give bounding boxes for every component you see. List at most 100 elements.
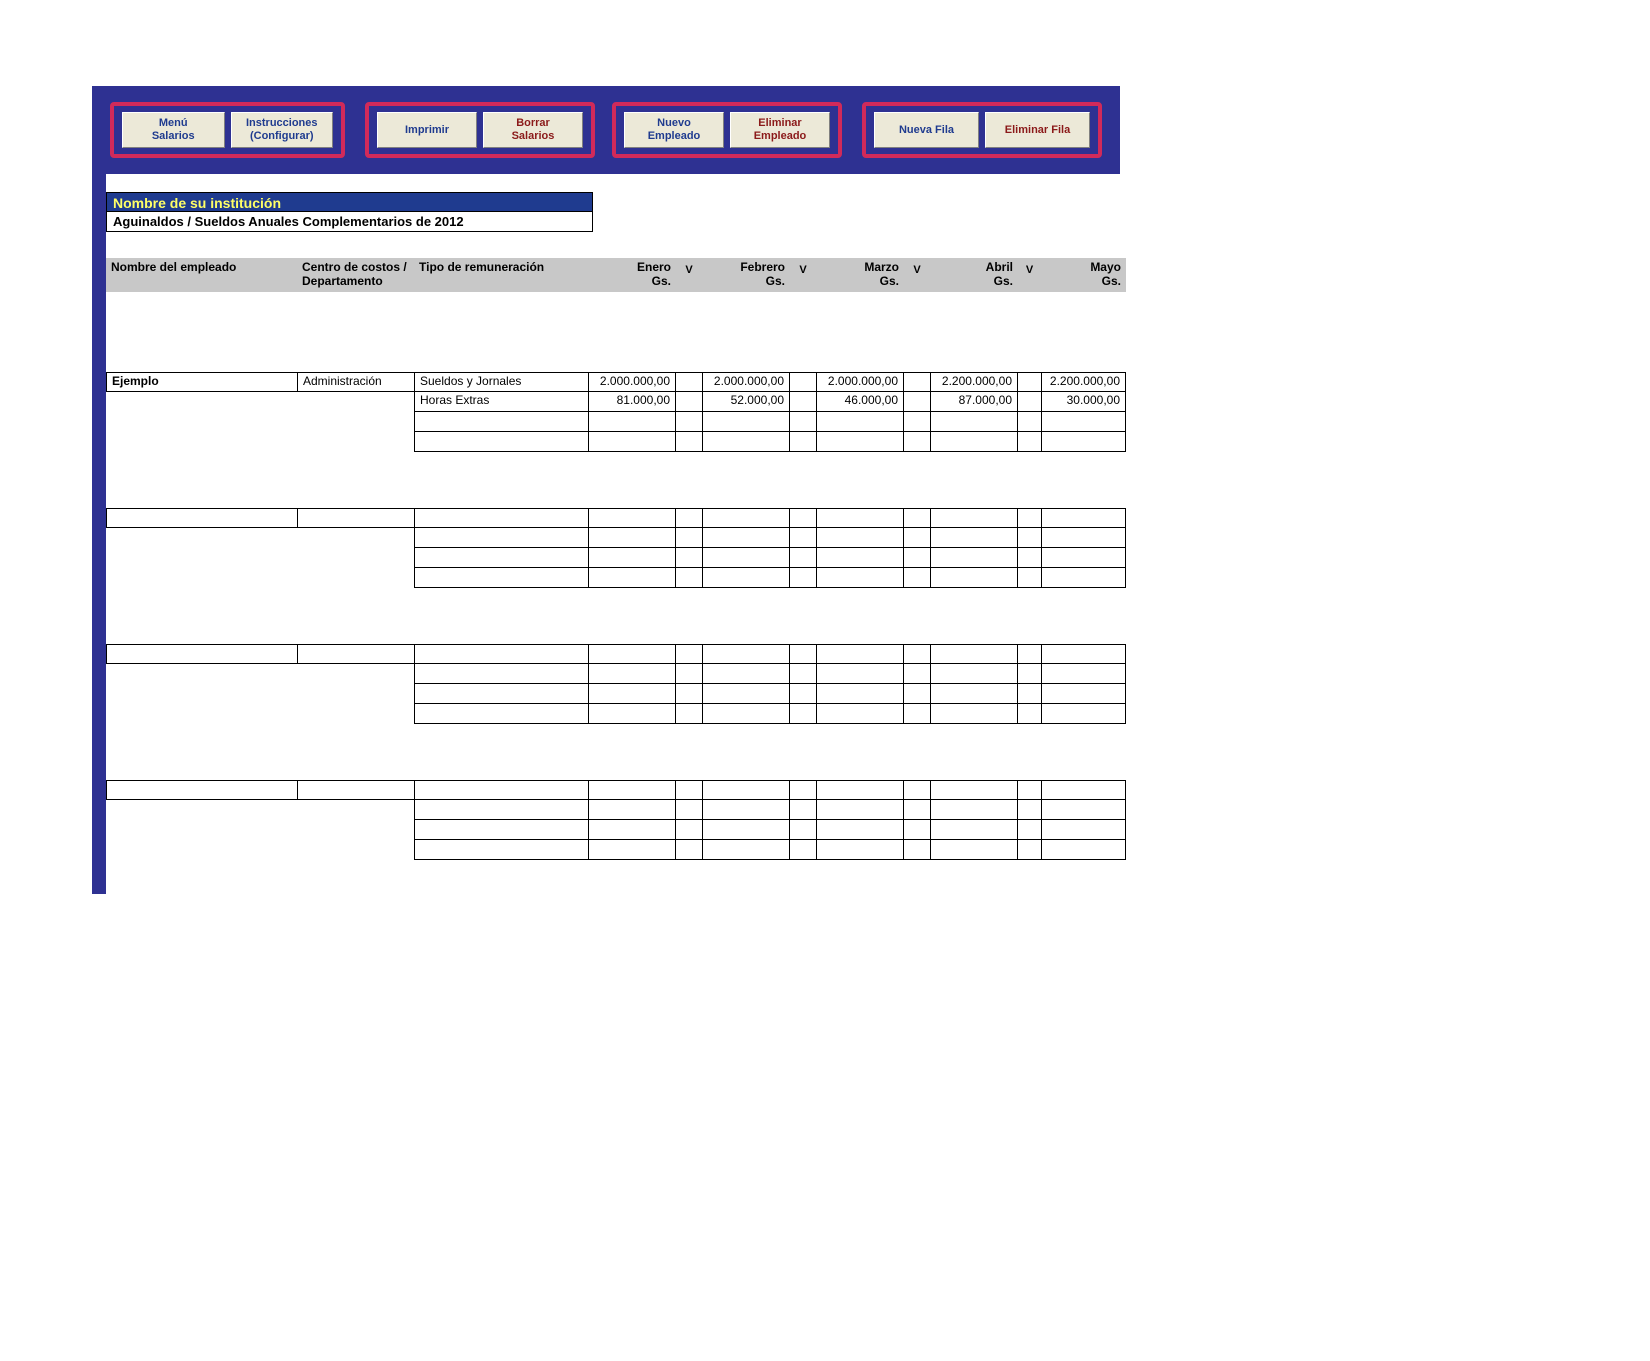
cell-spacer[interactable] [1017,664,1042,684]
cell-value[interactable] [816,780,904,800]
cell-value[interactable]: 81.000,00 [588,392,676,412]
cell-value[interactable] [702,800,790,820]
cell-spacer[interactable] [903,840,931,860]
cell-value[interactable] [930,684,1018,704]
cell-spacer[interactable] [1017,568,1042,588]
cell-tipo[interactable] [414,644,589,664]
cell-centro[interactable] [297,780,415,800]
cell-value[interactable] [588,412,676,432]
cell-value[interactable] [702,432,790,452]
cell-value[interactable]: 46.000,00 [816,392,904,412]
cell-tipo[interactable] [414,664,589,684]
cell-spacer[interactable] [675,820,703,840]
cell-value[interactable] [816,644,904,664]
cell-value[interactable] [816,820,904,840]
cell-spacer[interactable] [903,704,931,724]
cell-tipo[interactable] [414,800,589,820]
cell-centro[interactable] [297,644,415,664]
cell-value[interactable] [816,548,904,568]
cell-spacer[interactable] [1017,392,1042,412]
cell-spacer[interactable] [675,568,703,588]
cell-spacer[interactable] [675,548,703,568]
cell-value[interactable] [702,780,790,800]
cell-tipo[interactable] [414,432,589,452]
cell-value[interactable] [930,664,1018,684]
cell-value[interactable] [702,840,790,860]
cell-spacer[interactable] [675,664,703,684]
cell-value[interactable] [588,528,676,548]
cell-spacer[interactable] [675,412,703,432]
cell-tipo[interactable] [414,508,589,528]
cell-spacer[interactable] [789,412,817,432]
eliminar-fila-button[interactable]: Eliminar Fila [985,112,1090,148]
cell-tipo[interactable] [414,528,589,548]
nueva-fila-button[interactable]: Nueva Fila [874,112,979,148]
cell-spacer[interactable] [903,508,931,528]
cell-spacer[interactable] [789,528,817,548]
cell-spacer[interactable] [675,800,703,820]
cell-value[interactable] [816,684,904,704]
cell-tipo[interactable] [414,568,589,588]
cell-spacer[interactable] [903,548,931,568]
cell-centro[interactable]: Administración [297,372,415,392]
cell-value[interactable] [816,800,904,820]
cell-value[interactable] [816,664,904,684]
cell-spacer[interactable] [903,664,931,684]
cell-spacer[interactable] [903,568,931,588]
cell-spacer[interactable] [1017,684,1042,704]
cell-spacer[interactable] [789,800,817,820]
cell-spacer[interactable] [1017,548,1042,568]
cell-spacer[interactable] [903,392,931,412]
cell-spacer[interactable] [903,684,931,704]
cell-value[interactable] [588,800,676,820]
cell-spacer[interactable] [1017,508,1042,528]
cell-spacer[interactable] [789,684,817,704]
cell-value[interactable] [702,644,790,664]
cell-value[interactable] [930,548,1018,568]
cell-value[interactable] [702,508,790,528]
eliminar-empleado-button[interactable]: Eliminar Empleado [730,112,830,148]
cell-value[interactable]: 2.000.000,00 [816,372,904,392]
cell-value[interactable] [588,704,676,724]
cell-spacer[interactable] [789,704,817,724]
cell-value[interactable] [702,548,790,568]
cell-tipo[interactable] [414,548,589,568]
cell-tipo[interactable] [414,704,589,724]
cell-employee[interactable]: Ejemplo [106,372,298,392]
cell-tipo[interactable] [414,412,589,432]
cell-value[interactable] [816,568,904,588]
cell-spacer[interactable] [903,644,931,664]
cell-value[interactable] [702,820,790,840]
cell-spacer[interactable] [1017,432,1042,452]
cell-value[interactable] [702,664,790,684]
cell-spacer[interactable] [675,392,703,412]
cell-value[interactable] [588,568,676,588]
cell-value[interactable] [702,568,790,588]
cell-employee[interactable] [106,508,298,528]
cell-spacer[interactable] [1017,840,1042,860]
menu-salarios-button[interactable]: Menú Salarios [122,112,225,148]
cell-value[interactable] [930,840,1018,860]
cell-value[interactable] [930,412,1018,432]
cell-value[interactable] [1041,528,1126,548]
cell-spacer[interactable] [675,432,703,452]
cell-value[interactable] [1041,820,1126,840]
cell-spacer[interactable] [789,432,817,452]
imprimir-button[interactable]: Imprimir [377,112,477,148]
cell-value[interactable] [1041,704,1126,724]
cell-value[interactable] [1041,800,1126,820]
cell-spacer[interactable] [789,644,817,664]
cell-spacer[interactable] [675,644,703,664]
cell-value[interactable] [1041,432,1126,452]
cell-value[interactable] [1041,412,1126,432]
cell-value[interactable] [1041,780,1126,800]
cell-value[interactable] [702,528,790,548]
cell-spacer[interactable] [675,372,703,392]
cell-spacer[interactable] [675,704,703,724]
cell-value[interactable] [930,704,1018,724]
cell-spacer[interactable] [789,508,817,528]
cell-value[interactable] [816,528,904,548]
nuevo-empleado-button[interactable]: Nuevo Empleado [624,112,724,148]
cell-spacer[interactable] [1017,372,1042,392]
borrar-salarios-button[interactable]: Borrar Salarios [483,112,583,148]
